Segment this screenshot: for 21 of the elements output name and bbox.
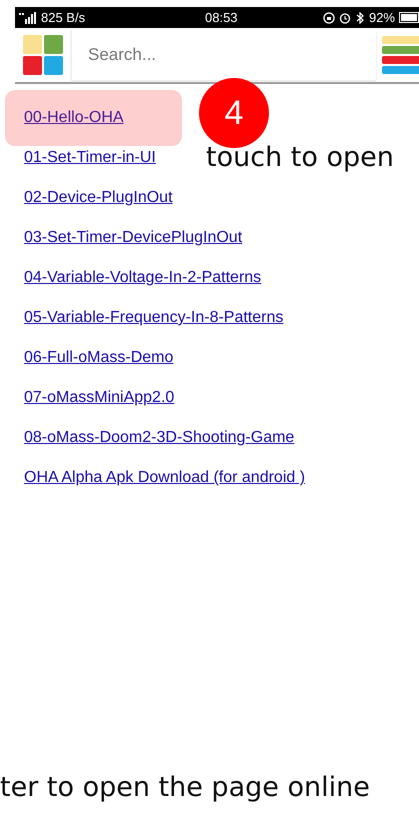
link[interactable]: 02-Device-PlugInOut — [24, 178, 173, 218]
clock-time: 08:53 — [205, 10, 238, 25]
app-logo-icon — [23, 35, 63, 75]
bluetooth-icon — [354, 12, 365, 24]
alarm-icon — [338, 12, 351, 24]
link[interactable]: 06-Full-oMass-Demo — [24, 338, 174, 378]
link[interactable]: 03-Set-Timer-DevicePlugInOut — [24, 218, 242, 258]
menu-icon[interactable] — [382, 35, 419, 75]
link[interactable]: 05-Variable-Frequency-In-8-Patterns — [24, 298, 284, 338]
battery-level: 92% — [368, 10, 395, 25]
search-field[interactable]: Search... — [71, 30, 376, 80]
link[interactable]: OHA Alpha Apk Download (for android ) — [24, 458, 306, 498]
link[interactable]: 08-oMass-Doom2-3D-Shooting-Game — [24, 418, 294, 458]
network-speed: 825 B/s — [41, 10, 86, 25]
link[interactable]: 04-Variable-Voltage-In-2-Patterns — [24, 258, 262, 298]
battery-icon — [399, 12, 419, 23]
caption-text: ter to open the page online — [0, 772, 370, 803]
link[interactable]: 00-Hello-OHA — [5, 90, 182, 146]
link[interactable]: 07-oMassMiniApp2.0 — [24, 378, 174, 418]
signal-icon — [19, 12, 37, 24]
rotation-lock-icon — [322, 12, 335, 24]
